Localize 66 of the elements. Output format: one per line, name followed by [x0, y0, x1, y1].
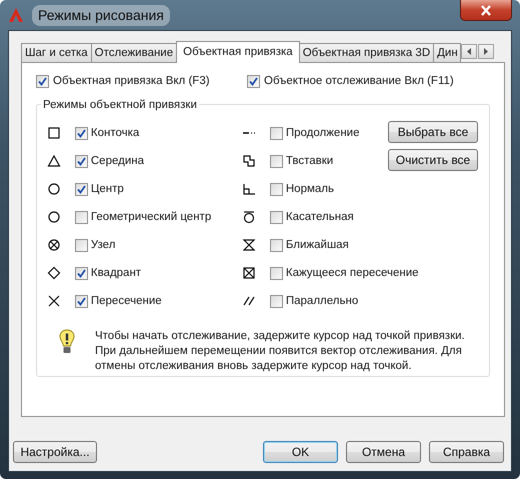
- checkbox[interactable]: [247, 75, 260, 88]
- checkbox[interactable]: [75, 182, 88, 196]
- checkbox-label: Центр: [90, 182, 124, 197]
- checkbox-label: Твставки: [286, 154, 334, 169]
- checkbox[interactable]: [270, 266, 283, 280]
- right-arrow-icon: [482, 47, 490, 56]
- dialog-button[interactable]: Отмена: [346, 441, 421, 463]
- triangle-icon: [47, 154, 61, 168]
- checkbox[interactable]: [75, 266, 88, 280]
- dialog-button[interactable]: OK: [263, 441, 338, 463]
- checkbox[interactable]: [270, 154, 283, 168]
- checkbox-label: Кажущееся пересечение: [286, 266, 419, 281]
- checkbox[interactable]: [270, 126, 283, 140]
- app-logo-icon: [8, 7, 24, 23]
- tab[interactable]: Шаг и сетка: [21, 43, 92, 62]
- checkbox-label: Объектная привязка Вкл (F3): [53, 74, 210, 89]
- tangent-icon: [242, 210, 256, 224]
- options-button[interactable]: Настройка...: [13, 441, 97, 463]
- dashes-icon: [242, 131, 256, 136]
- hourglass-icon: [242, 238, 256, 252]
- checkbox[interactable]: [270, 182, 283, 196]
- checkbox[interactable]: [75, 154, 88, 168]
- checkbox[interactable]: [75, 238, 88, 252]
- checkbox-label: Ближайшая: [286, 238, 349, 253]
- checkbox[interactable]: [36, 75, 49, 88]
- perpendicular-icon: [242, 182, 256, 196]
- left-arrow-icon: [464, 47, 473, 56]
- close-button[interactable]: [460, 0, 512, 21]
- tab[interactable]: Объектная привязка: [176, 41, 300, 63]
- checkbox[interactable]: [270, 210, 283, 224]
- scroll-left-button[interactable]: [460, 44, 477, 59]
- close-icon: [480, 4, 492, 16]
- checkbox[interactable]: [75, 294, 88, 308]
- checkbox[interactable]: [75, 126, 88, 140]
- apparent-intersection-icon: [242, 266, 256, 280]
- checkbox-label: Продолжение: [286, 126, 360, 141]
- checkbox-label: Узел: [90, 238, 116, 253]
- dialog-button[interactable]: Справка: [429, 441, 504, 463]
- checkbox[interactable]: [75, 210, 88, 224]
- tab[interactable]: Отслеживание: [90, 43, 178, 62]
- checkbox-label: Касательная: [286, 210, 354, 225]
- insertion-icon: [242, 154, 256, 168]
- checkbox-label: Геометрический центр: [90, 210, 212, 225]
- checkbox-label: Параллельно: [286, 294, 358, 309]
- checkbox-label: Нормаль: [286, 182, 334, 197]
- checkbox-label: Пересечение: [90, 294, 162, 309]
- checkbox[interactable]: [270, 294, 283, 308]
- hint-text: Чтобы начать отслеживание, задержите курсор над точкой привязки. При дальнейшем перемещении появится вектор отслеживания. Для отмены отслеживания вновь задержите курсор над точкой.: [95, 329, 466, 374]
- lightbulb-icon: [59, 329, 75, 356]
- tab[interactable]: Объектная привязка 3D: [298, 43, 434, 62]
- checkbox-label: Конточка: [90, 126, 140, 141]
- checkbox-label: Середина: [90, 154, 144, 169]
- diamond-icon: [47, 266, 61, 280]
- square-icon: [47, 126, 61, 140]
- circle-icon: [47, 182, 61, 196]
- checkbox[interactable]: [270, 238, 283, 252]
- cross-icon: [47, 294, 61, 308]
- circle-icon: [47, 210, 61, 224]
- node-icon: [47, 238, 61, 252]
- tab[interactable]: Дин: [433, 43, 461, 62]
- action-button[interactable]: Очистить все: [388, 149, 478, 172]
- checkbox-label: Квадрант: [90, 266, 142, 281]
- scroll-right-button[interactable]: [478, 44, 494, 59]
- action-button[interactable]: Выбрать все: [388, 121, 478, 144]
- checkbox-label: Объектное отслеживание Вкл (F11): [264, 74, 454, 89]
- window-title: Режимы рисования: [32, 4, 170, 26]
